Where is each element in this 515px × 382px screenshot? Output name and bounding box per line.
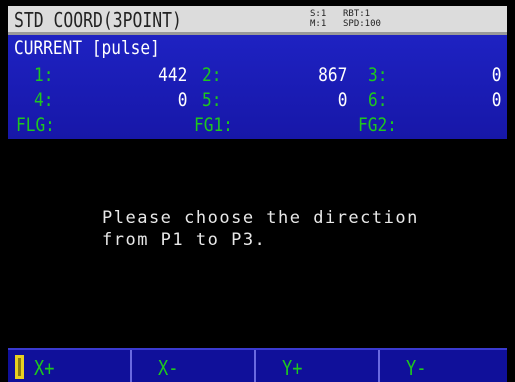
page-indicator-icon — [15, 355, 24, 379]
message-area: Please choose the direction from P1 to P… — [8, 140, 507, 345]
axis-4-value: 0 — [177, 89, 187, 111]
fkey-y-minus-label: Y- — [406, 356, 427, 380]
axis-2-value: 867 — [317, 64, 347, 86]
axis-3-value: 0 — [491, 64, 501, 86]
title-bar: STD COORD(3POINT) S:1 M:1 RBT:1 SPD:100 — [8, 6, 507, 35]
status-speed: SPD:100 — [343, 19, 381, 29]
current-position-panel: CURRENT [pulse] 1: 442 2: 867 3: 0 4: 0 … — [8, 35, 507, 139]
status-m: M:1 — [310, 19, 327, 29]
current-pulse-heading: CURRENT [pulse] — [14, 37, 160, 59]
axis-4-label: 4: — [34, 89, 54, 111]
fkey-y-minus[interactable]: Y- — [380, 350, 504, 382]
status-s: S:1 — [310, 9, 327, 19]
axis-6-value: 0 — [491, 89, 501, 111]
axis-1-label: 1: — [34, 64, 54, 86]
fkey-x-minus-label: X- — [158, 356, 179, 380]
fkey-x-minus[interactable]: X- — [132, 350, 256, 382]
axis-2-label: 2: — [202, 64, 222, 86]
flag-fg2-label: FG2: — [358, 114, 397, 136]
fkey-x-plus[interactable]: X+ — [8, 350, 132, 382]
axis-6-label: 6: — [368, 89, 388, 111]
message-line-2: from P1 to P3. — [102, 230, 267, 250]
axis-3-label: 3: — [368, 64, 388, 86]
fkey-x-plus-label: X+ — [34, 356, 55, 380]
axis-5-label: 5: — [202, 89, 222, 111]
fkey-y-plus-label: Y+ — [282, 356, 303, 380]
axis-5-value: 0 — [337, 89, 347, 111]
message-line-1: Please choose the direction — [102, 208, 419, 228]
status-robot: RBT:1 — [343, 9, 371, 19]
axis-1-value: 442 — [157, 64, 187, 86]
fkey-y-plus[interactable]: Y+ — [256, 350, 380, 382]
function-key-bar: X+ X- Y+ Y- — [8, 348, 507, 382]
flag-flg-label: FLG: — [16, 114, 55, 136]
flag-fg1-label: FG1: — [194, 114, 233, 136]
screen-title: STD COORD(3POINT) — [14, 8, 182, 32]
teach-pendant-screen: STD COORD(3POINT) S:1 M:1 RBT:1 SPD:100 … — [0, 0, 515, 382]
